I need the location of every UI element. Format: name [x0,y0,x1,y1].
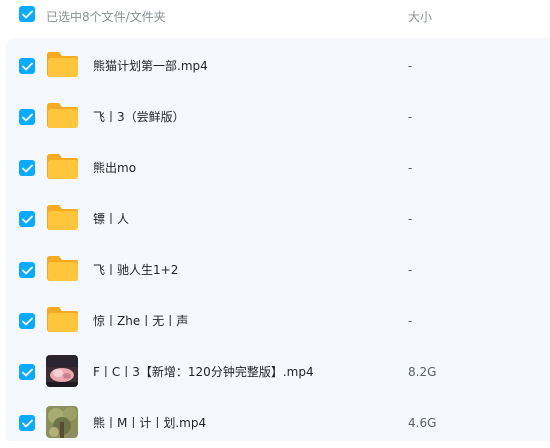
checkmark-icon [21,266,33,274]
file-list: 熊猫计划第一部.mp4 - 飞丨3（尝鲜版） - 熊出mo - 镖丨人 - 飞丨… [6,38,550,441]
folder-icon [46,253,80,287]
folder-icon [46,100,80,134]
video-thumbnail [46,355,80,389]
row-checkbox[interactable] [19,262,35,278]
video-thumbnail [46,406,80,440]
row-checkbox[interactable] [19,211,35,227]
row-checkbox[interactable] [19,364,35,380]
row-checkbox[interactable] [19,415,35,431]
file-row[interactable]: 熊猫计划第一部.mp4 - [6,40,550,91]
file-name[interactable]: 飞丨3（尝鲜版） [93,109,185,125]
file-row[interactable]: 熊丨M丨计丨划.mp4 4.6G [6,397,550,448]
row-checkbox[interactable] [19,160,35,176]
checkmark-icon [21,62,33,70]
file-name[interactable]: 飞丨驰人生1+2 [93,262,178,278]
file-row[interactable]: 飞丨驰人生1+2 - [6,244,550,295]
size-column-header[interactable]: 大小 [408,8,432,25]
file-list-panel: 已选中8个文件/文件夹 大小 熊猫计划第一部.mp4 - 飞丨3（尝鲜版） - [0,0,550,441]
row-checkbox[interactable] [19,109,35,125]
file-size: - [408,263,413,277]
selection-count-label: 已选中8个文件/文件夹 [46,10,166,24]
folder-icon [46,304,80,338]
file-row[interactable]: 镖丨人 - [6,193,550,244]
folder-icon [46,49,80,83]
file-size: - [408,212,413,226]
row-checkbox[interactable] [19,313,35,329]
checkmark-icon [21,419,33,427]
file-row[interactable]: 熊出mo - [6,142,550,193]
checkmark-icon [21,164,33,172]
file-size: - [408,59,413,73]
file-size: 8.2G [408,365,437,379]
file-name[interactable]: 熊猫计划第一部.mp4 [93,58,208,74]
file-size: - [408,161,413,175]
list-header: 已选中8个文件/文件夹 大小 [0,0,550,35]
file-row[interactable]: F丨C丨3【新增：120分钟完整版】.mp4 8.2G [6,346,550,397]
file-size: - [408,314,413,328]
checkmark-icon [21,368,33,376]
file-row[interactable]: 惊丨Zhe丨无丨声 - [6,295,550,346]
folder-icon [46,151,80,185]
file-name[interactable]: 熊出mo [93,160,136,176]
file-size: - [408,110,413,124]
checkmark-icon [21,215,33,223]
file-name[interactable]: 镖丨人 [93,211,129,227]
checkmark-icon [21,317,33,325]
row-checkbox[interactable] [19,58,35,74]
file-name[interactable]: F丨C丨3【新增：120分钟完整版】.mp4 [93,364,314,380]
folder-icon [46,202,80,236]
file-name[interactable]: 惊丨Zhe丨无丨声 [93,313,188,329]
checkmark-icon [21,10,33,18]
file-size: 4.6G [408,416,437,430]
file-name[interactable]: 熊丨M丨计丨划.mp4 [93,415,206,431]
checkmark-icon [21,113,33,121]
file-row[interactable]: 飞丨3（尝鲜版） - [6,91,550,142]
select-all-checkbox[interactable] [19,6,35,22]
